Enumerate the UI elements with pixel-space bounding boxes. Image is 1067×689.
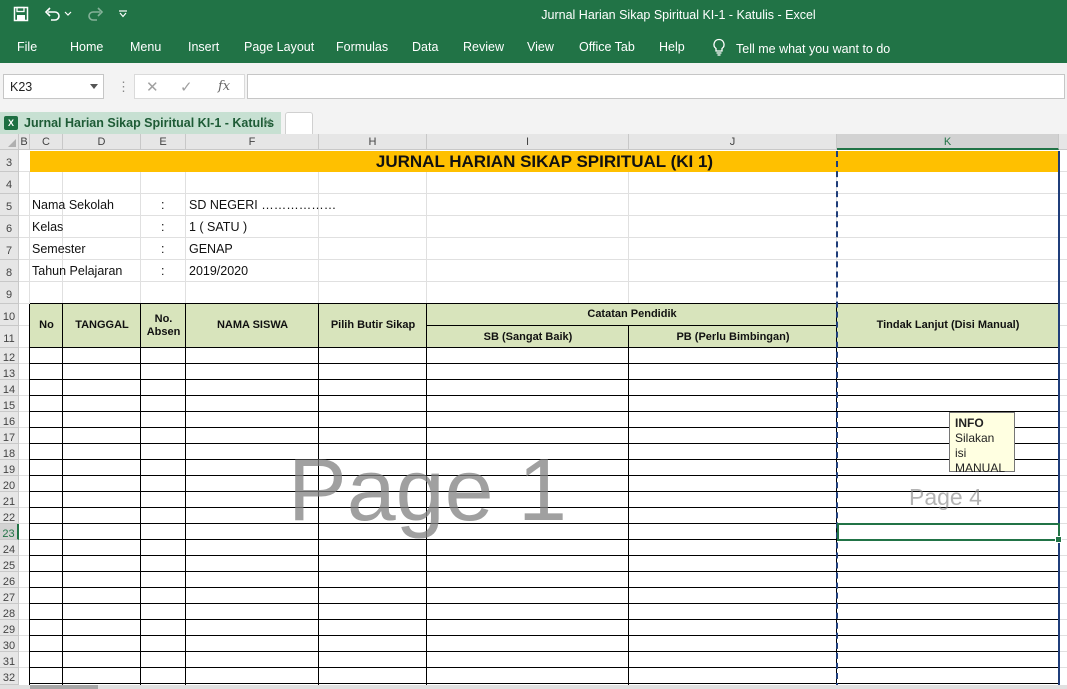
name-box-dropdown-icon[interactable] (90, 84, 98, 89)
info-label-nama-sekolah: Nama Sekolah (32, 198, 114, 212)
page-break-line (836, 151, 838, 689)
cell-area[interactable]: JURNAL HARIAN SIKAP SPIRITUAL (KI 1) Nam… (0, 134, 1067, 689)
tab-view[interactable]: View (527, 40, 554, 54)
gridline-row (19, 215, 1067, 216)
header-nama-siswa: NAMA SISWA (216, 319, 289, 331)
save-icon[interactable] (12, 5, 30, 23)
info-value-nama-sekolah[interactable]: SD NEGERI ……………… (189, 198, 336, 212)
gridline-column (140, 172, 141, 304)
spreadsheet-grid[interactable]: B C D E F H I J K 3 4 5 6 7 8 9 10 11 12 13 14 15 16 1… (0, 134, 1067, 689)
header-tanggal: TANGGAL (75, 319, 129, 331)
header-pilih-butir-sikap: Pilih Butir Sikap (330, 319, 416, 331)
scrollbar-thumb[interactable] (30, 685, 98, 689)
input-message-line2: MANUAL (955, 461, 1006, 475)
undo-icon[interactable] (44, 5, 62, 23)
header-pb: PB (Perlu Bimbingan) (676, 331, 790, 343)
selected-cell-k23[interactable] (837, 523, 1062, 543)
workbook-tab-bar: X Jurnal Harian Sikap Spiritual KI-1 - K… (0, 109, 1067, 134)
sheet-title: JURNAL HARIAN SIKAP SPIRITUAL (KI 1) (375, 152, 714, 171)
name-box-value: K23 (10, 80, 33, 94)
new-tab-button[interactable] (285, 112, 313, 134)
header-no-absen-line1: No. (154, 313, 173, 325)
cancel-icon[interactable]: ✕ (146, 78, 159, 96)
table-border-horizontal (427, 325, 837, 326)
tab-formulas[interactable]: Formulas (336, 40, 388, 54)
gridline-row (19, 193, 1067, 194)
info-label-kelas: Kelas (32, 220, 64, 234)
tab-review[interactable]: Review (463, 40, 504, 54)
table-border-vertical (628, 326, 629, 685)
print-area-edge (1058, 151, 1060, 689)
redo-icon[interactable] (86, 5, 104, 23)
header-sb: SB (Sangat Baik) (483, 331, 573, 343)
info-value-tahun-pelajaran[interactable]: 2019/2020 (189, 264, 248, 278)
input-message-title: INFO (955, 416, 984, 430)
page-4-watermark: Page 4 (909, 484, 982, 510)
table-border-vertical (62, 304, 63, 685)
formula-bar: K23 ⋮ ✕ ✓ fx (0, 63, 1067, 109)
info-separator: : (161, 264, 165, 278)
header-catatan-pendidik: Catatan Pendidik (587, 308, 677, 320)
gridline-row (19, 259, 1067, 260)
lightbulb-icon (712, 38, 726, 59)
table-border-vertical (185, 304, 186, 685)
page-1-watermark: Page 1 (288, 440, 567, 539)
window-title: Jurnal Harian Sikap Spiritual KI-1 - Kat… (541, 8, 816, 22)
tell-me-search[interactable]: Tell me what you want to do (712, 38, 890, 59)
close-tab-icon[interactable]: ✕ (262, 115, 273, 131)
tell-me-label: Tell me what you want to do (736, 41, 891, 56)
tab-insert[interactable]: Insert (188, 40, 219, 54)
tab-office-tab[interactable]: Office Tab (579, 40, 635, 54)
enter-icon[interactable]: ✓ (180, 78, 193, 96)
info-value-kelas[interactable]: 1 ( SATU ) (189, 220, 247, 234)
tab-menu[interactable]: Menu (130, 40, 161, 54)
title-bar: Jurnal Harian Sikap Spiritual KI-1 - Kat… (0, 0, 1067, 31)
tab-data[interactable]: Data (412, 40, 438, 54)
table-border-vertical (140, 304, 141, 685)
workbook-tab[interactable]: X Jurnal Harian Sikap Spiritual KI-1 - K… (0, 112, 281, 134)
tab-file[interactable]: File (17, 40, 37, 54)
header-no-absen-line2: Absen (146, 326, 181, 338)
name-box[interactable]: K23 (3, 74, 104, 99)
insert-function-icon[interactable]: fx (218, 79, 230, 94)
quick-access-toolbar (12, 5, 128, 23)
undo-dropdown-icon[interactable] (64, 5, 72, 23)
excel-file-icon: X (4, 116, 18, 130)
formula-buttons: ✕ ✓ fx (134, 74, 245, 99)
header-no: No (39, 319, 54, 331)
gridline-row (19, 237, 1067, 238)
info-label-semester: Semester (32, 242, 86, 256)
info-value-semester[interactable]: GENAP (189, 242, 233, 256)
formula-bar-grip-icon[interactable]: ⋮ (117, 79, 130, 95)
table-border-vertical (29, 304, 30, 685)
gridline-row (19, 281, 1067, 282)
gridline-column (426, 172, 427, 304)
gridline-column (628, 172, 629, 304)
gridline-column (62, 172, 63, 304)
info-separator: : (161, 220, 165, 234)
header-tindak-lanjut: Tindak Lanjut (Disi Manual) (876, 319, 1020, 331)
info-label-tahun-pelajaran: Tahun Pelajaran (32, 264, 123, 278)
workbook-tab-label: Jurnal Harian Sikap Spiritual KI-1 - Kat… (24, 116, 275, 130)
gridline-column (185, 172, 186, 304)
formula-input[interactable] (247, 74, 1065, 99)
customize-qat-icon[interactable] (118, 5, 128, 23)
horizontal-scrollbar[interactable] (0, 685, 1067, 689)
cell-input-message: INFO Silakan isi MANUAL (949, 412, 1015, 475)
tab-page-layout[interactable]: Page Layout (244, 40, 314, 54)
input-message-line1: Silakan isi (955, 431, 995, 460)
gridline-column (318, 172, 319, 304)
info-separator: : (161, 242, 165, 256)
ribbon-tabs: File Home Menu Insert Page Layout Formul… (0, 31, 1067, 63)
tab-home[interactable]: Home (70, 40, 103, 54)
tab-help[interactable]: Help (659, 40, 685, 54)
gridline-column (29, 172, 30, 304)
info-separator: : (161, 198, 165, 212)
